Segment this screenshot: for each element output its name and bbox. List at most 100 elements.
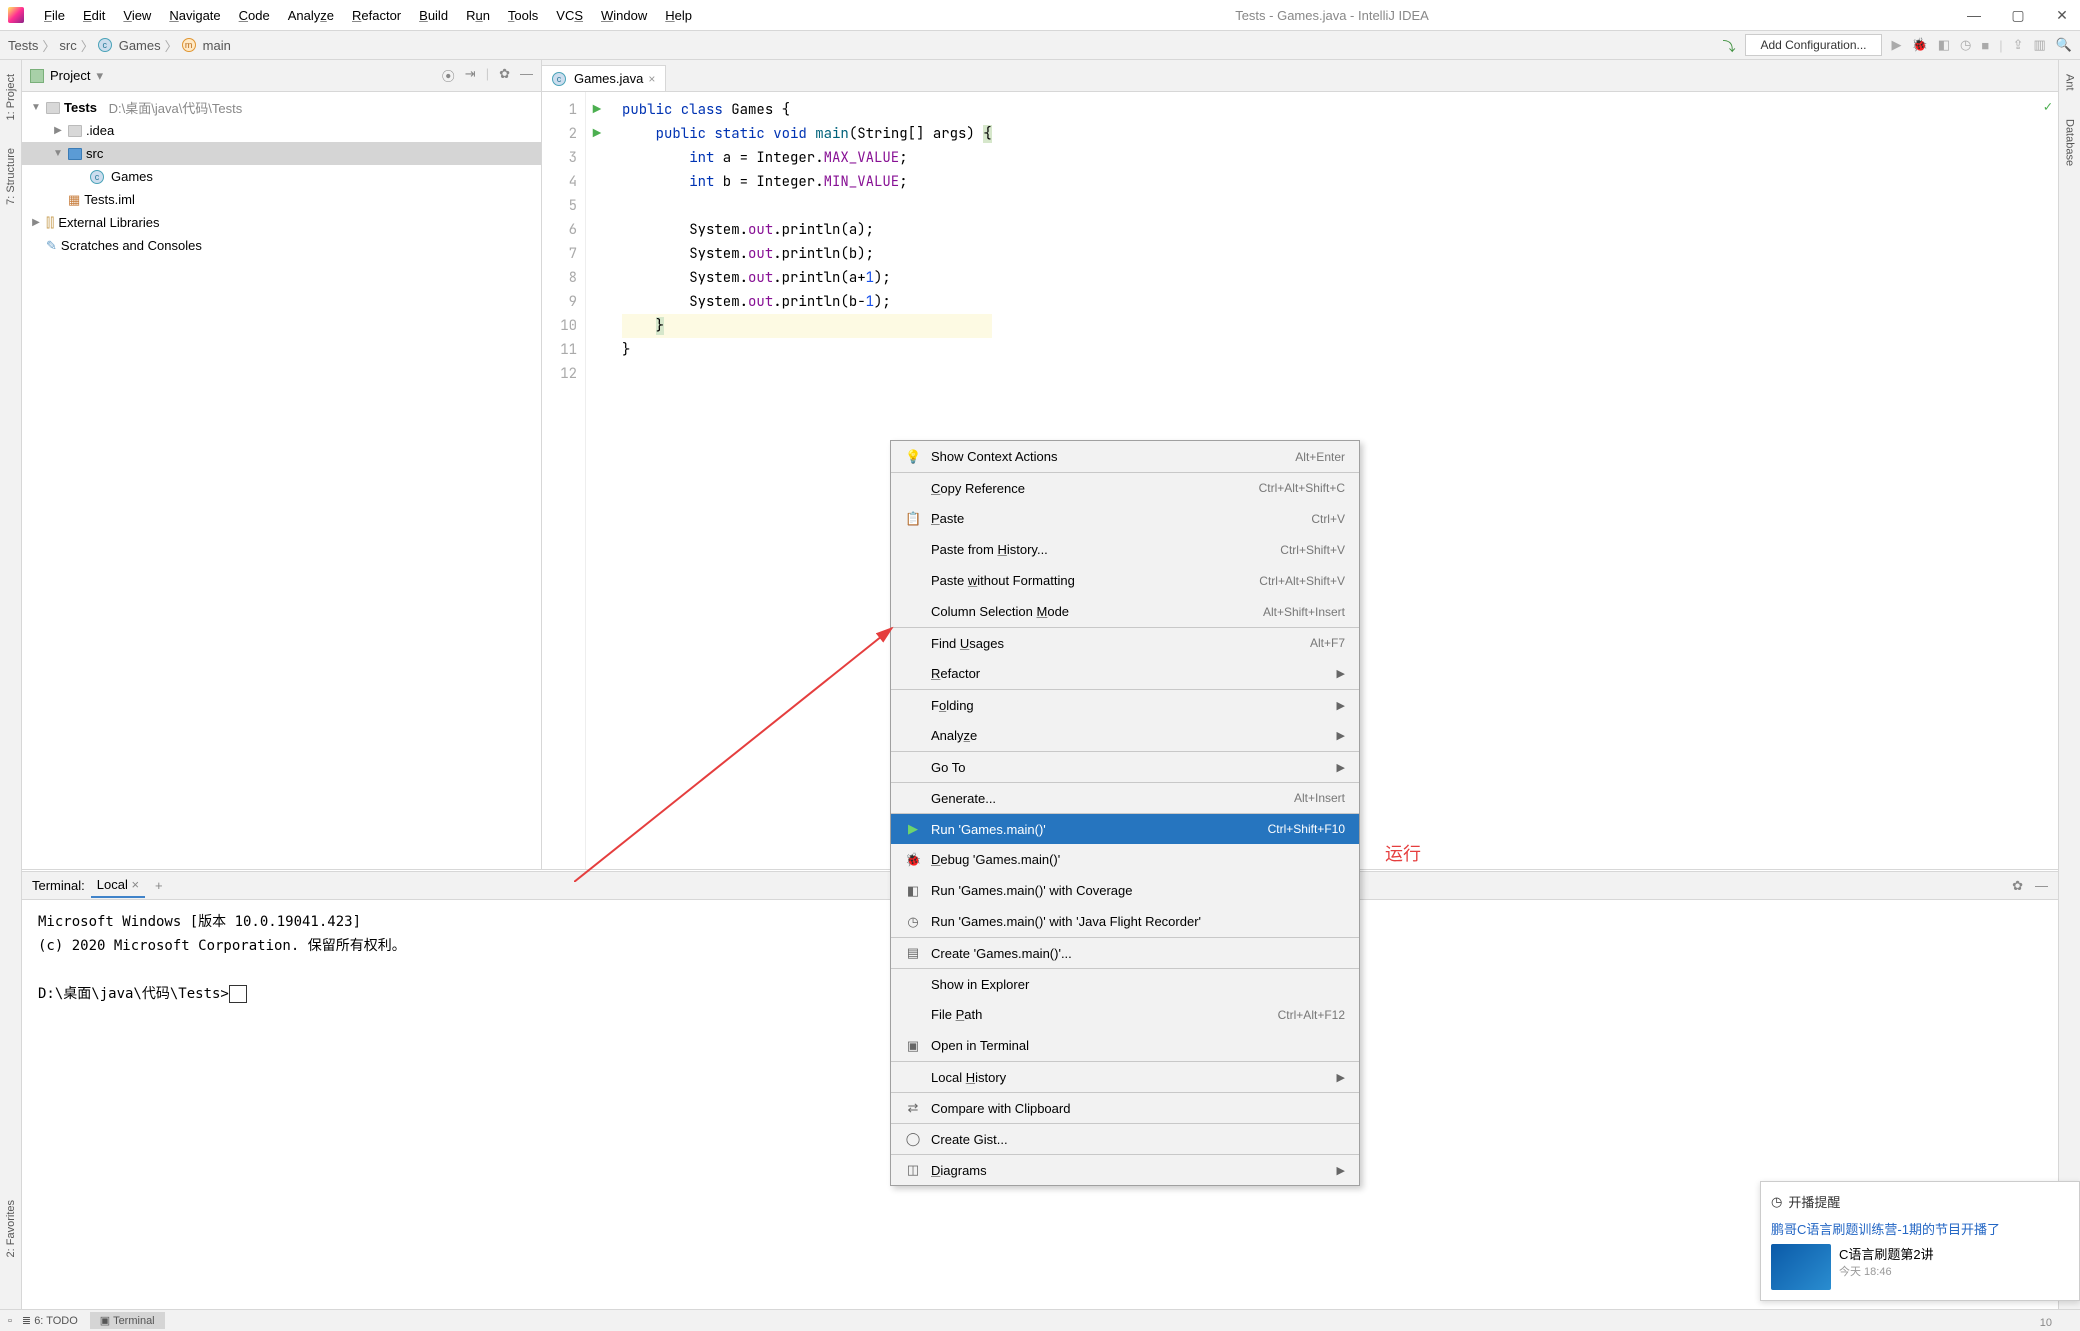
tab-ant[interactable]: Ant [2062,68,2078,97]
tab-database[interactable]: Database [2062,113,2078,172]
menu-refactor[interactable]: Refactor [344,4,409,27]
menu-navigate[interactable]: Navigate [161,4,228,27]
tree-src[interactable]: ▼src [22,142,541,165]
menu-view[interactable]: View [115,4,159,27]
libraries-icon: ⫿⫿ [46,215,54,231]
ctx-paste[interactable]: 📋PasteCtrl+V [891,503,1359,534]
coverage-icon[interactable]: ◧ [1938,37,1950,53]
ctx-filepath[interactable]: File PathCtrl+Alt+F12 [891,999,1359,1030]
close-button[interactable]: ✕ [2052,7,2072,24]
menu-build[interactable]: Build [411,4,456,27]
popup-title: C语言刷题第2讲 [1839,1244,1934,1263]
bulb-icon: 💡 [905,449,921,465]
line-col: 10 [2040,1317,2052,1329]
project-title[interactable]: Project [50,68,90,83]
ctx-analyze[interactable]: Analyze▶ [891,720,1359,751]
crumb-games[interactable]: Games [119,38,161,53]
run-gutter-icon[interactable]: ▶ [586,122,608,146]
ctx-open-terminal[interactable]: ▣Open in Terminal [891,1030,1359,1061]
menu-help[interactable]: Help [657,4,700,27]
minimize-button[interactable]: — [1964,7,1984,24]
ctx-refactor[interactable]: Refactor▶ [891,658,1359,689]
terminal-tab-local[interactable]: Local × [91,873,145,898]
tab-structure[interactable]: 7: Structure [3,142,19,211]
tree-games[interactable]: cGames [22,165,541,188]
notification-popup[interactable]: ◷开播提醒 鹏哥C语言刷题训练营-1期的节目开播了 C语言刷题第2讲 今天 18… [1760,1181,2080,1301]
collapse-icon[interactable]: ⇥ [465,66,476,85]
tree-iml[interactable]: ▦Tests.iml [22,188,541,211]
crumb-main[interactable]: main [203,38,231,53]
ctx-run[interactable]: ▶Run 'Games.main()'Ctrl+Shift+F10 [891,813,1359,844]
editor-tab-games[interactable]: c Games.java × [541,65,666,91]
maximize-button[interactable]: ▢ [2008,7,2028,24]
build-icon[interactable]: ⤵ [1722,36,1735,55]
ctx-compare-clipboard[interactable]: ⇄Compare with Clipboard [891,1092,1359,1123]
profiler-icon[interactable]: ◷ [1960,37,1971,53]
popup-link[interactable]: 鹏哥C语言刷题训练营-1期的节目开播了 [1771,1219,2069,1238]
menu-run[interactable]: Run [458,4,498,27]
ctx-debug[interactable]: 🐞Debug 'Games.main()' [891,844,1359,875]
folder-icon [68,125,82,137]
tree-root[interactable]: ▼Tests D:\桌面\java\代码\Tests [22,96,541,119]
vcs-icon[interactable]: ⇪ [2013,37,2024,53]
ctx-create[interactable]: ▤Create 'Games.main()'... [891,937,1359,968]
run-icon: ▶ [905,821,921,837]
ctx-goto[interactable]: Go To▶ [891,751,1359,782]
locate-icon[interactable]: ⦿ [442,66,455,85]
tree-external[interactable]: ▶⫿⫿External Libraries [22,211,541,234]
ctx-paste-plain[interactable]: Paste without FormattingCtrl+Alt+Shift+V [891,565,1359,596]
ctx-show-actions[interactable]: 💡Show Context ActionsAlt+Enter [891,441,1359,472]
run-config-dropdown[interactable]: Add Configuration... [1745,34,1881,56]
toolbar-right: ⤵ Add Configuration... ▶ 🐞 ◧ ◷ ■ | ⇪ ▥ 🔍 [1722,34,2072,56]
menu-file[interactable]: File [36,4,73,27]
hide-icon[interactable]: — [2035,878,2048,893]
ctx-create-gist[interactable]: ◯Create Gist... [891,1123,1359,1154]
popup-time: 今天 18:46 [1839,1263,1934,1279]
crumb-tests[interactable]: Tests [8,38,38,53]
debug-icon[interactable]: 🐞 [1912,37,1928,53]
tree-idea[interactable]: ▶.idea [22,119,541,142]
ctx-flight[interactable]: ◷Run 'Games.main()' with 'Java Flight Re… [891,906,1359,937]
ctx-column-select[interactable]: Column Selection ModeAlt+Shift+Insert [891,596,1359,627]
crumb-src[interactable]: src [59,38,76,53]
class-icon: c [90,170,104,184]
project-header: Project ▾ ⦿ ⇥ | ✿ — [22,60,541,92]
search-icon[interactable]: 🔍 [2056,37,2072,53]
run-gutter-icon[interactable]: ▶ [586,98,608,122]
right-tool-stripe: Ant Database [2058,60,2080,1309]
status-todo[interactable]: ≣ 6: TODO [12,1312,88,1329]
ctx-find-usages[interactable]: Find UsagesAlt+F7 [891,627,1359,658]
project-toolwindow: Project ▾ ⦿ ⇥ | ✿ — ▼Tests D:\桌面\java\代码… [22,60,542,869]
menu-analyze[interactable]: Analyze [280,4,342,27]
tab-favorites[interactable]: 2: Favorites [3,1194,19,1263]
ctx-copy-reference[interactable]: Copy ReferenceCtrl+Alt+Shift+C [891,472,1359,503]
ctx-paste-history[interactable]: Paste from History...Ctrl+Shift+V [891,534,1359,565]
menu-edit[interactable]: Edit [75,4,113,27]
ctx-local-history[interactable]: Local History▶ [891,1061,1359,1092]
profiler-icon: ◷ [905,914,921,930]
menu-tools[interactable]: Tools [500,4,546,27]
tree-scratch[interactable]: ✎Scratches and Consoles [22,234,541,257]
stop-icon[interactable]: ■ [1981,38,1989,53]
ctx-diagrams[interactable]: ◫Diagrams▶ [891,1154,1359,1185]
gear-icon[interactable]: ✿ [499,66,510,85]
ctx-generate[interactable]: Generate...Alt+Insert [891,782,1359,813]
gear-icon[interactable]: ✿ [2012,878,2023,894]
menu-code[interactable]: Code [231,4,278,27]
run-icon[interactable]: ▶ [1892,37,1902,53]
menu-vcs[interactable]: VCS [548,4,591,27]
tab-project[interactable]: 1: Project [3,68,19,126]
menu-window[interactable]: Window [593,4,655,27]
close-icon[interactable]: × [648,72,655,86]
add-terminal-icon[interactable]: + [155,878,163,893]
hide-icon[interactable]: — [520,66,533,85]
ctx-folding[interactable]: Folding▶ [891,689,1359,720]
ctx-coverage[interactable]: ◧Run 'Games.main()' with Coverage [891,875,1359,906]
status-terminal[interactable]: ▣ Terminal [90,1312,165,1329]
run-gutter: ▶ ▶ [586,92,608,869]
paste-icon: 📋 [905,511,921,527]
navigation-bar: Tests〉 src〉 c Games〉 m main ⤵ Add Config… [0,30,2080,60]
structure-icon[interactable]: ▥ [2034,37,2046,53]
ctx-explorer[interactable]: Show in Explorer [891,968,1359,999]
method-icon: m [182,38,196,52]
